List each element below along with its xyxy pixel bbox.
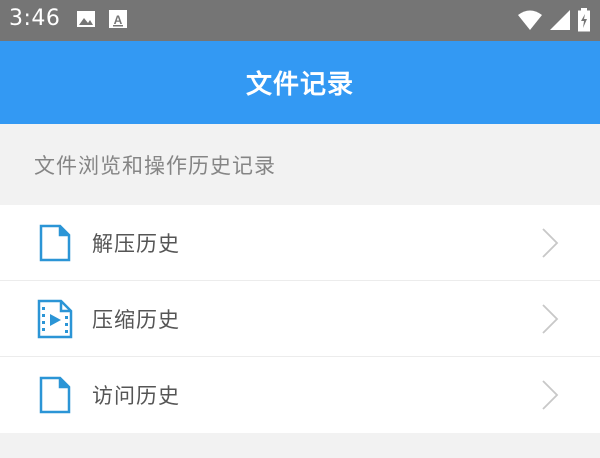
chevron-right-icon — [540, 379, 560, 411]
status-time: 3:46 — [9, 6, 61, 31]
page-title: 文件记录 — [245, 70, 354, 100]
document-icon — [35, 223, 75, 263]
battery-icon — [577, 8, 591, 36]
list-item-label: 压缩历史 — [92, 307, 180, 332]
signal-icon — [549, 9, 571, 35]
list-item-label: 访问历史 — [92, 384, 180, 408]
list-item-label: 解压历史 — [92, 231, 180, 256]
image-icon — [76, 9, 96, 33]
history-list: 解压历史 压缩历史 访问历史 — [0, 205, 600, 433]
video-file-icon — [35, 299, 75, 339]
chevron-right-icon — [540, 227, 560, 259]
status-bar: 3:46 A — [0, 0, 600, 41]
font-download-icon: A — [108, 9, 128, 33]
chevron-right-icon — [540, 303, 560, 335]
document-icon — [35, 375, 75, 415]
section-header: 文件浏览和操作历史记录 — [0, 124, 600, 205]
app-bar: 文件记录 — [0, 41, 600, 124]
svg-text:A: A — [114, 13, 123, 27]
section-header-text: 文件浏览和操作历史记录 — [34, 153, 276, 178]
list-item-unzip-history[interactable]: 解压历史 — [0, 205, 600, 281]
list-item-visit-history[interactable]: 访问历史 — [0, 357, 600, 433]
list-item-zip-history[interactable]: 压缩历史 — [0, 281, 600, 357]
wifi-icon — [517, 9, 543, 35]
